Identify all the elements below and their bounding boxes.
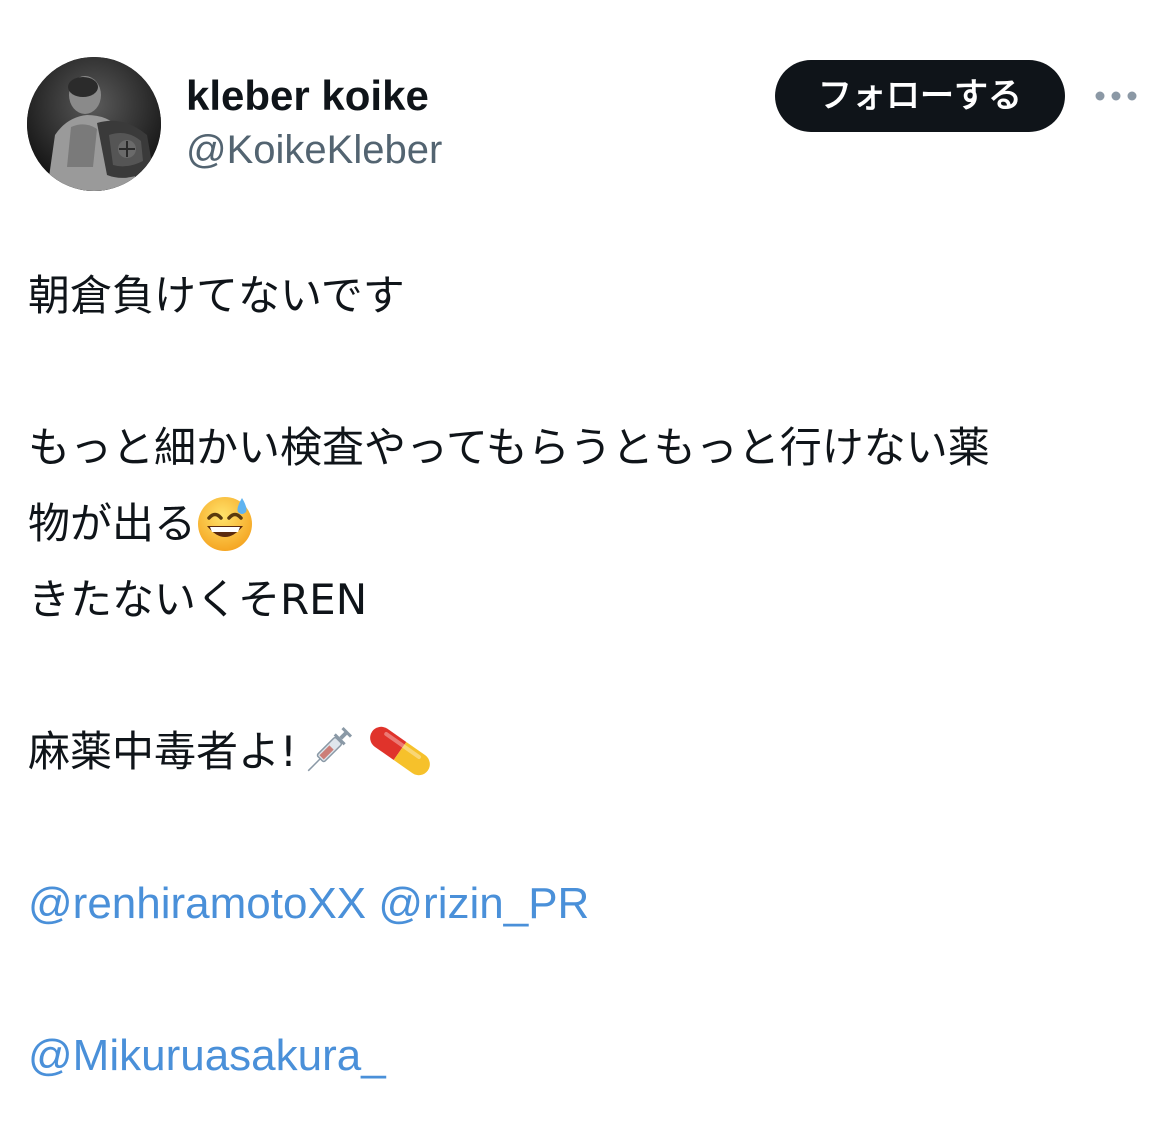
user-handle[interactable]: @KoikeKleber [186,127,442,173]
more-dots-icon[interactable] [1094,86,1138,106]
pill-emoji-icon [367,718,433,784]
profile-photo-icon [27,57,161,191]
tweet-text: 麻薬中毒者よ! [28,727,297,776]
mention-link[interactable]: @rizin_PR [378,879,589,928]
tweet-text: 朝倉負けてないです [28,271,405,320]
mentions-row: @renhiramotoXX @rizin_PR [28,866,589,942]
tweet-line: 朝倉負けてないです [28,258,405,334]
tweet-text: 物が出る [28,499,197,548]
mentions-row: @Mikuruasakura_ [28,1018,386,1094]
avatar[interactable] [27,57,161,191]
tweet-card: kleber koike @KoikeKleber フォローする 朝倉負けてない… [0,0,1170,1147]
mention-link[interactable]: @renhiramotoXX [28,879,366,928]
tweet-line: きたないくそREN [28,562,367,638]
tweet-line: 物が出る [28,486,254,562]
tweet-line: もっと細かい検査やってもらうともっと行けない薬 [28,410,990,486]
mention-link[interactable]: @Mikuruasakura_ [28,1031,386,1080]
grinning-sweat-emoji-icon [196,494,254,552]
tweet-line: 麻薬中毒者よ! [28,714,433,790]
tweet-text: もっと細かい検査やってもらうともっと行けない薬 [28,423,990,472]
display-name[interactable]: kleber koike [186,72,429,120]
follow-button[interactable]: フォローする [775,60,1065,132]
tweet-text: きたないくそREN [28,575,368,624]
syringe-emoji-icon [297,720,359,782]
